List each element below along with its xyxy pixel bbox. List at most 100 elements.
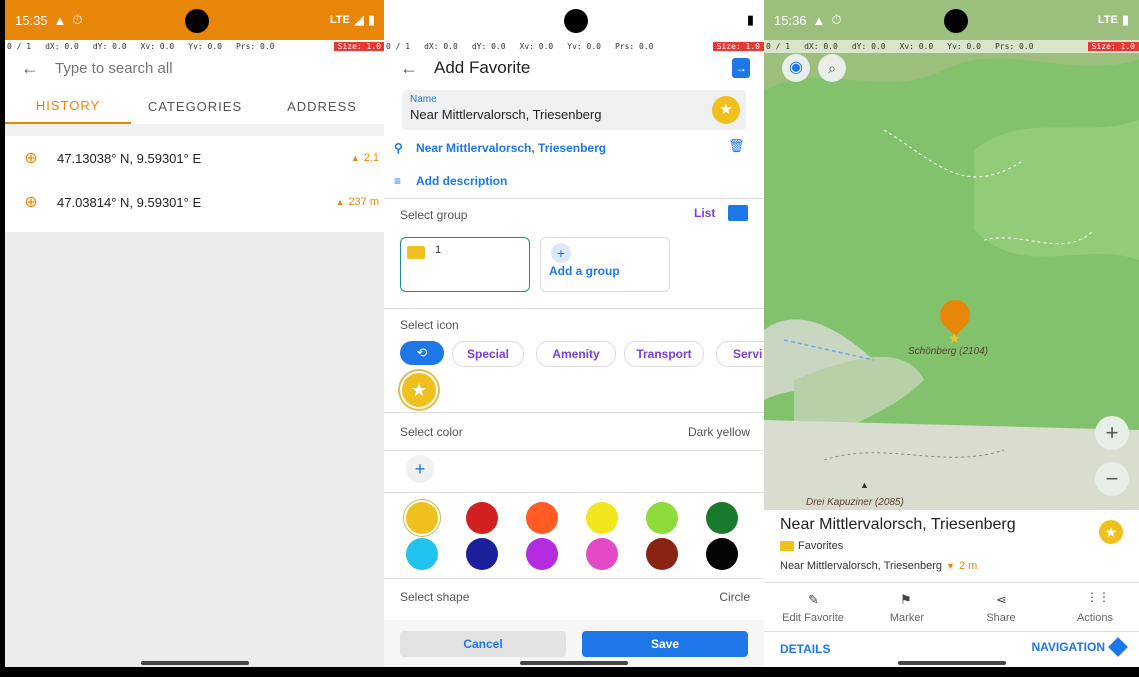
zoom-in-button[interactable]: + bbox=[1095, 416, 1129, 450]
map-view[interactable]: ◉ ⌕ ★ Schönberg (2104) Drei Kapuziner (2… bbox=[764, 0, 1139, 510]
address-text: Near Mittlervalorsch, Triesenberg bbox=[416, 141, 607, 155]
tab-history[interactable]: HISTORY bbox=[5, 88, 131, 124]
color-swatch[interactable] bbox=[586, 502, 618, 534]
camera-cutout bbox=[185, 9, 209, 33]
history-distance: 237 m bbox=[348, 196, 379, 208]
debug-pointer: 0 / 1 bbox=[386, 42, 411, 51]
back-arrow-icon[interactable]: ← bbox=[384, 58, 434, 79]
category-label: Favorites bbox=[798, 540, 844, 552]
save-to-file-icon[interactable]: → bbox=[732, 58, 750, 78]
details-button[interactable]: DETAILS bbox=[780, 642, 830, 656]
timer-icon: ⏱ bbox=[72, 12, 83, 27]
name-label: Name bbox=[410, 94, 437, 105]
status-bar: 15:35 ▲ ⏱ LTE ◢ ▮ bbox=[5, 0, 385, 40]
color-swatch[interactable] bbox=[406, 502, 438, 534]
debug-size: Size: 1.0 bbox=[333, 42, 385, 51]
camera-cutout bbox=[564, 9, 588, 33]
home-indicator[interactable] bbox=[898, 661, 1006, 665]
divider bbox=[384, 308, 764, 309]
category-row: Favorites bbox=[780, 540, 843, 552]
navigation-diamond-icon bbox=[1108, 637, 1128, 657]
warning-icon: ▲ bbox=[53, 12, 67, 28]
icon-category-services[interactable]: Servi bbox=[716, 341, 764, 367]
name-field[interactable]: Name Near Mittlervalorsch, Triesenberg ★ bbox=[402, 90, 746, 130]
divider bbox=[384, 450, 764, 451]
add-color-button[interactable]: + bbox=[406, 455, 434, 483]
divider bbox=[384, 198, 764, 199]
icon-category-special[interactable]: Special bbox=[452, 341, 524, 367]
back-arrow-icon[interactable]: ← bbox=[5, 58, 55, 79]
color-swatch[interactable] bbox=[526, 502, 558, 534]
debug-prs: Prs: 0.0 bbox=[994, 42, 1034, 51]
zoom-out-button[interactable]: − bbox=[1095, 462, 1129, 496]
location-pin-icon: ⚲ bbox=[394, 141, 403, 155]
battery-icon: ▮ bbox=[1121, 12, 1129, 27]
debug-yv: Yv: 0.0 bbox=[188, 42, 222, 51]
save-button[interactable]: Save bbox=[582, 631, 748, 657]
plus-icon: + bbox=[551, 243, 571, 263]
debug-prs: Prs: 0.0 bbox=[614, 42, 654, 51]
history-item[interactable]: ⊕ 47.03814° N, 9.59301° E ▲ 237 m bbox=[5, 184, 385, 220]
color-swatch[interactable] bbox=[646, 502, 678, 534]
home-indicator[interactable] bbox=[520, 661, 628, 665]
debug-size: Size: 1.0 bbox=[1087, 42, 1139, 51]
history-icon-chip[interactable]: ⟲ bbox=[400, 341, 444, 365]
actions-button[interactable]: Actions bbox=[1060, 612, 1130, 624]
card-distance: 2 m bbox=[958, 560, 978, 572]
star-icon[interactable]: ★ bbox=[402, 373, 436, 407]
cancel-button[interactable]: Cancel bbox=[400, 631, 566, 657]
peak2-label: Drei Kapuziner (2085) bbox=[806, 497, 904, 508]
name-value: Near Mittlervalorsch, Triesenberg bbox=[410, 107, 602, 122]
address-link[interactable]: ⚲ Near Mittlervalorsch, Triesenberg bbox=[394, 135, 719, 161]
trash-icon[interactable]: 🗑 bbox=[728, 138, 745, 154]
color-swatch[interactable] bbox=[646, 538, 678, 570]
folder-icon[interactable] bbox=[728, 205, 748, 221]
search-input[interactable] bbox=[55, 59, 355, 77]
status-bar: 15:36 ▲ ⏱ LTE ▮ bbox=[764, 0, 1139, 40]
tab-address[interactable]: ADDRESS bbox=[259, 88, 385, 124]
flag-icon: ⚑ bbox=[900, 592, 912, 607]
color-swatch[interactable] bbox=[526, 538, 558, 570]
marker-button[interactable]: Marker bbox=[872, 612, 942, 624]
icon-category-amenity[interactable]: Amenity bbox=[536, 341, 616, 367]
group-card-favorites[interactable]: 1 bbox=[400, 237, 530, 292]
divider bbox=[384, 412, 764, 413]
navigation-button[interactable]: NAVIGATION bbox=[1031, 637, 1128, 657]
timer-icon: ⏱ bbox=[831, 12, 842, 27]
description-icon: ≡ bbox=[394, 174, 402, 188]
favorite-marker-icon: ★ bbox=[948, 330, 961, 346]
color-swatch[interactable] bbox=[466, 502, 498, 534]
list-button[interactable]: List bbox=[694, 206, 715, 220]
star-icon[interactable]: ★ bbox=[712, 96, 740, 124]
share-icon: ⋖ bbox=[996, 592, 1007, 607]
color-swatch[interactable] bbox=[706, 502, 738, 534]
battery-icon: ▮ bbox=[367, 12, 375, 27]
search-screen: 15:35 ▲ ⏱ LTE ◢ ▮ 0 / 1 dX: 0.0 dY: 0.0 Xv:… bbox=[5, 0, 385, 667]
icon-category-transport[interactable]: Transport bbox=[624, 341, 704, 367]
debug-size: Size: 1.0 bbox=[712, 42, 764, 51]
color-swatch[interactable] bbox=[466, 538, 498, 570]
debug-xv: Xv: 0.0 bbox=[519, 42, 554, 51]
color-value: Dark yellow bbox=[687, 425, 750, 439]
color-swatch[interactable] bbox=[706, 538, 738, 570]
globe-icon[interactable]: ◉ bbox=[782, 54, 810, 82]
add-description-button[interactable]: ≡ Add description bbox=[394, 168, 507, 194]
camera-cutout bbox=[944, 9, 968, 33]
debug-dx: dX: 0.0 bbox=[424, 42, 458, 51]
add-favorite-screen: ▮ 0 / 1 dX: 0.0 dY: 0.0 Xv: 0.0 Yv: 0.0 Prs: … bbox=[384, 0, 764, 667]
edit-favorite-button[interactable]: Edit Favorite bbox=[778, 612, 848, 624]
share-button[interactable]: Share bbox=[966, 612, 1036, 624]
select-icon-label: Select icon bbox=[400, 318, 459, 332]
color-swatch[interactable] bbox=[586, 538, 618, 570]
history-item[interactable]: ⊕ 47.13038° N, 9.59301° E ▲ 2.1 bbox=[5, 140, 385, 176]
pointer-debug-bar: 0 / 1 dX: 0.0 dY: 0.0 Xv: 0.0 Yv: 0.0 Prs: 0.… bbox=[764, 40, 1139, 53]
folder-icon bbox=[407, 246, 425, 259]
color-swatch[interactable] bbox=[406, 538, 438, 570]
debug-prs: Prs: 0.0 bbox=[235, 42, 275, 51]
add-group-card[interactable]: + Add a group bbox=[540, 237, 670, 292]
home-indicator[interactable] bbox=[141, 661, 249, 665]
debug-yv: Yv: 0.0 bbox=[947, 42, 981, 51]
tab-categories[interactable]: CATEGORIES bbox=[131, 88, 259, 124]
status-time: 15:35 bbox=[15, 12, 48, 28]
search-icon[interactable]: ⌕ bbox=[818, 54, 846, 82]
